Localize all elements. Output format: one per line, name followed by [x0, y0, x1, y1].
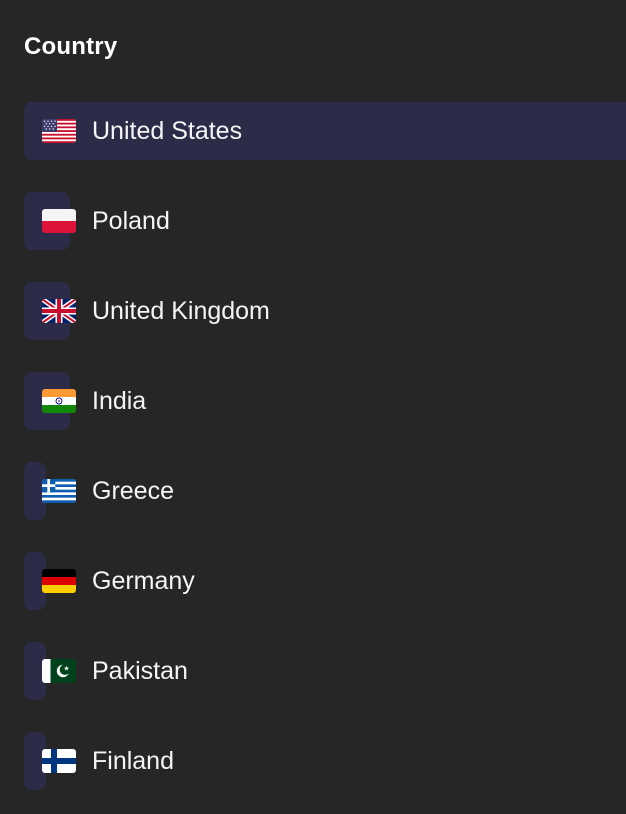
country-item-germany[interactable]: Germany: [0, 552, 626, 610]
country-label: United Kingdom: [92, 297, 270, 325]
country-list: United States Poland United Kingdom Indi…: [0, 0, 626, 814]
country-item-united-kingdom[interactable]: United Kingdom: [0, 282, 626, 340]
pk-flag-icon: [42, 659, 76, 683]
fi-flag-icon: [42, 749, 76, 773]
country-item-poland[interactable]: Poland: [0, 192, 626, 250]
gr-flag-icon: [42, 479, 76, 503]
country-label: Germany: [92, 567, 195, 595]
country-label: United States: [92, 117, 243, 145]
gb-flag-icon: [42, 299, 76, 323]
country-item-pakistan[interactable]: Pakistan: [0, 642, 626, 700]
us-flag-icon: [42, 119, 76, 143]
country-label: Finland: [92, 747, 174, 775]
in-flag-icon: [42, 389, 76, 413]
country-item-india[interactable]: India: [0, 372, 626, 430]
country-label: Greece: [92, 477, 174, 505]
country-item-united-states[interactable]: United States: [0, 102, 626, 160]
country-label: India: [92, 387, 147, 415]
de-flag-icon: [42, 569, 76, 593]
country-item-greece[interactable]: Greece: [0, 462, 626, 520]
country-label: Poland: [92, 207, 170, 235]
country-label: Pakistan: [92, 657, 188, 685]
country-picker-panel: Country United States Poland United King…: [0, 0, 626, 814]
country-item-finland[interactable]: Finland: [0, 732, 626, 790]
pl-flag-icon: [42, 209, 76, 233]
